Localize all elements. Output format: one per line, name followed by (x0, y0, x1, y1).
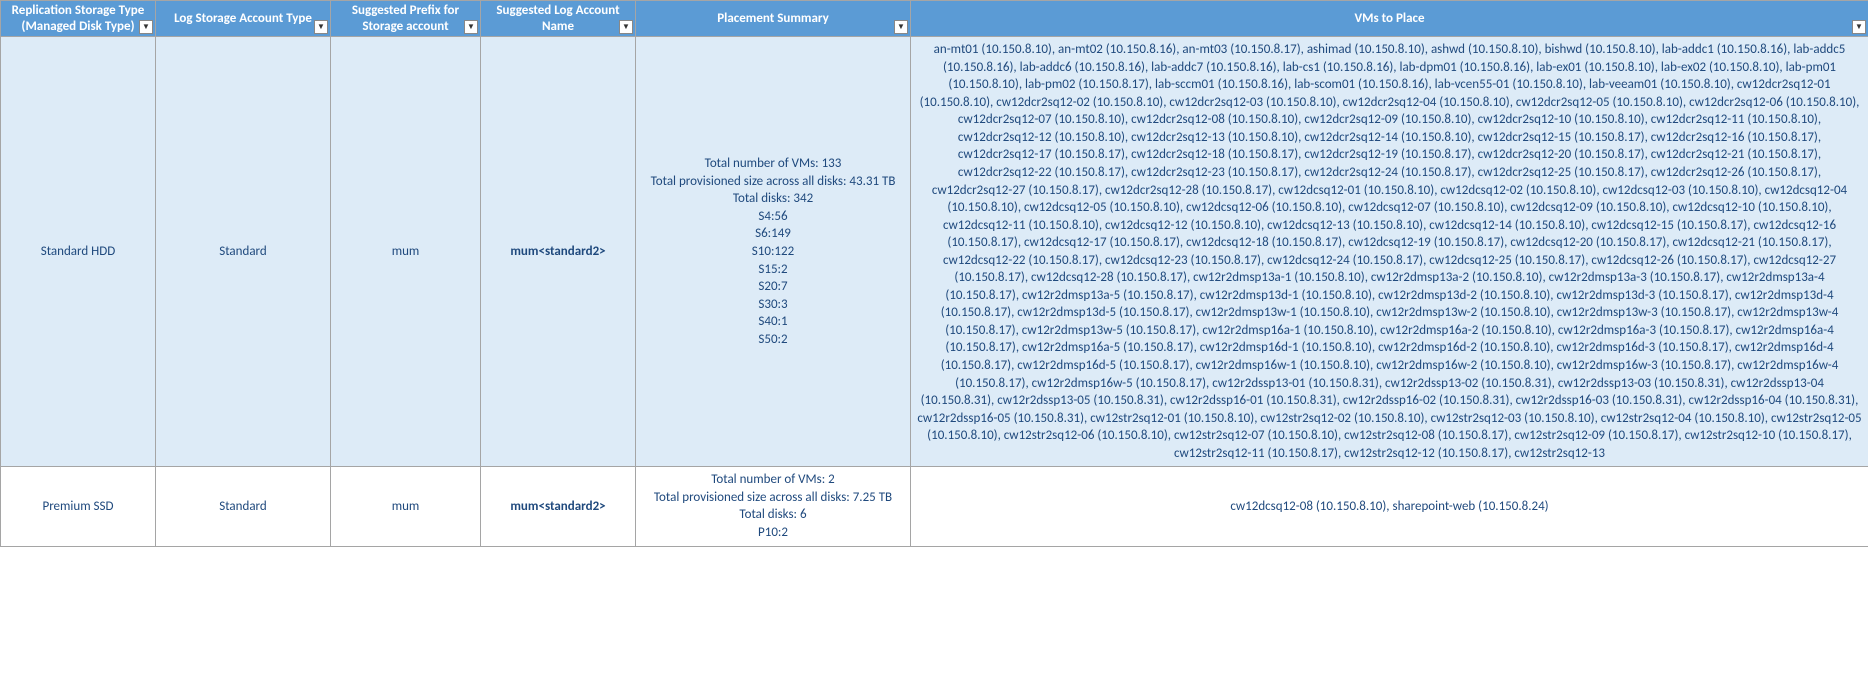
summary-line: P10:2 (642, 524, 904, 542)
header-label: Placement Summary (717, 11, 828, 26)
cell-vms: an-mt01 (10.150.8.10), an-mt02 (10.150.8… (911, 37, 1868, 467)
summary-line: Total disks: 6 (642, 506, 904, 524)
col-suggested-log-account[interactable]: Suggested Log Account Name ▼ (481, 1, 636, 37)
cell-vms: cw12dcsq12-08 (10.150.8.10), sharepoint-… (911, 467, 1868, 546)
summary-line: Total number of VMs: 2 (642, 471, 904, 489)
col-vms-to-place[interactable]: VMs to Place ▼ (911, 1, 1868, 37)
summary-line: S50:2 (642, 331, 904, 349)
summary-line: S4:56 (642, 208, 904, 226)
header-label: Log Storage Account Type (174, 11, 312, 26)
filter-dropdown-icon[interactable]: ▼ (894, 20, 908, 34)
cell-log-type: Standard (156, 37, 331, 467)
summary-line: S6:149 (642, 225, 904, 243)
header-label: VMs to Place (1355, 11, 1425, 26)
cell-log-name: mum<standard2> (481, 37, 636, 467)
filter-dropdown-icon[interactable]: ▼ (1852, 20, 1866, 34)
summary-line: S20:7 (642, 278, 904, 296)
cell-log-name: mum<standard2> (481, 467, 636, 546)
summary-line: S30:3 (642, 296, 904, 314)
cell-prefix: mum (331, 467, 481, 546)
cell-log-type: Standard (156, 467, 331, 546)
col-placement-summary[interactable]: Placement Summary ▼ (636, 1, 911, 37)
cell-replication: Standard HDD (1, 37, 156, 467)
placement-table: Replication Storage Type (Managed Disk T… (0, 0, 1868, 547)
summary-line: S15:2 (642, 261, 904, 279)
filter-dropdown-icon[interactable]: ▼ (314, 20, 328, 34)
summary-line: Total number of VMs: 133 (642, 155, 904, 173)
summary-line: S10:122 (642, 243, 904, 261)
cell-summary: Total number of VMs: 133 Total provision… (636, 37, 911, 467)
filter-dropdown-icon[interactable]: ▼ (139, 20, 153, 34)
cell-summary: Total number of VMs: 2 Total provisioned… (636, 467, 911, 546)
filter-dropdown-icon[interactable]: ▼ (464, 20, 478, 34)
summary-line: Total disks: 342 (642, 190, 904, 208)
header-label: Suggested Prefix for Storage account (352, 3, 459, 34)
summary-line: Total provisioned size across all disks:… (642, 489, 904, 507)
cell-replication: Premium SSD (1, 467, 156, 546)
header-label: Suggested Log Account Name (496, 3, 619, 34)
filter-dropdown-icon[interactable]: ▼ (619, 20, 633, 34)
header-label: Replication Storage Type (Managed Disk T… (12, 3, 145, 34)
col-log-storage-type[interactable]: Log Storage Account Type ▼ (156, 1, 331, 37)
header-row: Replication Storage Type (Managed Disk T… (1, 1, 1868, 37)
col-replication-type[interactable]: Replication Storage Type (Managed Disk T… (1, 1, 156, 37)
table-row[interactable]: Standard HDD Standard mum mum<standard2>… (1, 37, 1868, 467)
summary-line: S40:1 (642, 313, 904, 331)
col-suggested-prefix[interactable]: Suggested Prefix for Storage account ▼ (331, 1, 481, 37)
cell-prefix: mum (331, 37, 481, 467)
table-row[interactable]: Premium SSD Standard mum mum<standard2> … (1, 467, 1868, 546)
summary-line: Total provisioned size across all disks:… (642, 173, 904, 191)
